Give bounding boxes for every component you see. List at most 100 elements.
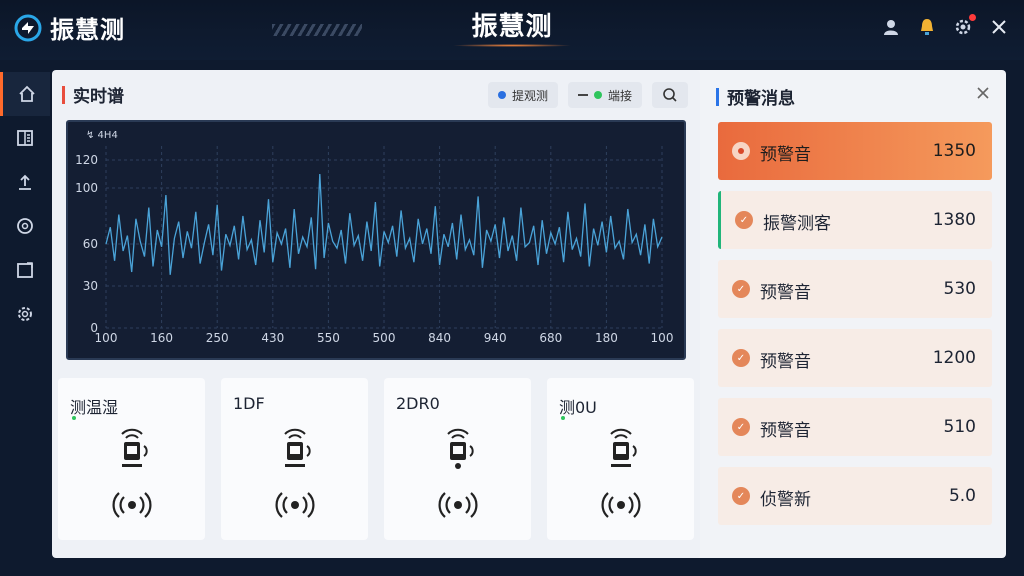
settings-alert-dot — [969, 14, 976, 21]
alert-item[interactable]: ✓ 振警测客 1380 — [718, 191, 992, 249]
check-icon: ✓ — [732, 418, 750, 436]
vibration-icon — [601, 492, 640, 518]
sidebar-item-home[interactable] — [0, 72, 50, 116]
top-bar: 振慧测 振慧测 — [0, 0, 1024, 558]
close-icon[interactable] — [974, 84, 992, 102]
warning-icon: ✓ — [732, 280, 750, 298]
alert-name: 预警音 — [760, 283, 811, 303]
brand-name: 振慧测 — [50, 16, 125, 44]
refresh-icon — [17, 218, 33, 234]
sidebar-item-report[interactable] — [0, 116, 50, 160]
document-icon — [17, 130, 33, 146]
spectrum-chart: ↯ 4H4 0 30 60 100 120 100 160 250 430 550 500 840 940… — [66, 120, 686, 360]
sensor-name: 测0U — [559, 398, 597, 417]
spectrum-chart-svg: ↯ 4H403060100120100 160 250 430 550 500 840 940… — [75, 130, 673, 345]
x-tick-label: 180 — [595, 331, 618, 345]
alert-list: 预警音 1350 ✓ 振警测客 1380 ✓ 预警音 530 ✓ 预警音 120… — [718, 122, 992, 536]
home-icon — [18, 85, 35, 102]
alert-value: 510 — [943, 417, 976, 437]
y-tick-label: 120 — [75, 153, 98, 167]
check-icon: ✓ — [732, 487, 750, 505]
x-tick-label: 430 — [261, 331, 284, 345]
x-tick-label: 550 — [317, 331, 340, 345]
alert-value: 530 — [943, 279, 976, 299]
sensor-device-icon — [446, 428, 474, 469]
alert-name: 预警音 — [760, 145, 811, 165]
alert-item[interactable]: ✓ 侦警新 5.0 — [718, 467, 992, 525]
sensor-card[interactable]: 测温湿 — [58, 378, 205, 540]
user-icon[interactable] — [880, 16, 902, 38]
top-actions — [880, 14, 1010, 38]
sidebar-item-upload[interactable] — [0, 160, 50, 204]
sensor-name: 2DR0 — [396, 394, 440, 413]
alerts-header: 预警消息 — [716, 84, 795, 109]
observe-button[interactable]: 提观测 — [487, 82, 558, 108]
gear-icon — [18, 307, 32, 321]
alert-item[interactable]: ✓ 预警音 530 — [718, 260, 992, 318]
x-tick-label: 100 — [95, 331, 118, 345]
x-tick-label: 840 — [428, 331, 451, 345]
alert-value: 1380 — [932, 210, 976, 230]
connect-label: 端接 — [607, 88, 632, 103]
title-glow — [452, 44, 572, 47]
close-icon[interactable] — [988, 16, 1010, 38]
x-tick-label: 940 — [484, 331, 507, 345]
sidebar — [0, 72, 50, 332]
sidebar-item-settings[interactable] — [0, 292, 50, 336]
x-tick-label: 500 — [373, 331, 396, 345]
sensor-status-dot — [561, 416, 565, 420]
sidebar-item-edit[interactable] — [0, 248, 50, 292]
sensor-card[interactable]: 测0U — [547, 378, 694, 540]
alert-item[interactable]: 预警音 1350 — [718, 122, 992, 180]
alert-dot-icon — [732, 142, 750, 160]
main-actions: 提观测 端接 — [487, 82, 688, 108]
settings-icon[interactable] — [952, 14, 976, 38]
notification-icon[interactable] — [916, 16, 938, 38]
search-button[interactable] — [652, 82, 688, 108]
page-title: 振慧测 — [471, 12, 553, 42]
vibration-icon — [112, 492, 151, 518]
link-icon — [577, 94, 588, 96]
observe-label: 提观测 — [511, 88, 548, 103]
status-dot — [497, 91, 506, 99]
main-panel-title: 实时谱 — [73, 87, 124, 107]
logo-icon — [14, 14, 42, 41]
header-decoration-left — [272, 24, 362, 36]
x-tick-label: 160 — [150, 331, 173, 345]
check-icon: ✓ — [735, 211, 753, 229]
sensor-name: 测温湿 — [70, 398, 119, 417]
alert-item[interactable]: ✓ 预警音 1200 — [718, 329, 992, 387]
alert-name: 侦警新 — [760, 490, 811, 510]
alert-value: 1350 — [932, 141, 976, 161]
main-panel: 实时谱 提观测 端接 ↯ 4H4 0 30 60 100 120 100 160 250 430 5… — [52, 70, 700, 558]
brand[interactable]: 振慧测 — [14, 10, 125, 45]
x-tick-label: 250 — [206, 331, 229, 345]
alert-item[interactable]: ✓ 预警音 510 — [718, 398, 992, 456]
sensor-device-icon — [283, 428, 311, 467]
sidebar-item-monitor[interactable] — [0, 204, 50, 248]
warning-icon: ✓ — [732, 349, 750, 367]
header-title-wrap: 振慧测 — [360, 0, 664, 52]
chart-legend: ↯ 4H4 — [86, 130, 118, 141]
sensor-card[interactable]: 1DF — [221, 378, 368, 540]
sensor-card[interactable]: 2DR0 — [384, 378, 531, 540]
vibration-icon — [438, 492, 477, 518]
y-tick-label: 100 — [75, 181, 98, 195]
connect-button[interactable]: 端接 — [567, 82, 642, 108]
title-accent — [62, 85, 65, 104]
upload-icon — [19, 174, 31, 190]
alert-name: 预警音 — [760, 421, 811, 441]
alert-name: 预警音 — [760, 352, 811, 372]
alerts-panel: 预警消息 预警音 1350 ✓ 振警测客 1380 ✓ 预警音 530 ✓ 预警… — [706, 70, 1006, 558]
sensor-device-icon — [609, 428, 637, 467]
alerts-panel-title: 预警消息 — [727, 89, 795, 109]
sensor-name: 1DF — [233, 394, 265, 413]
sensor-status-dot — [72, 416, 76, 420]
edit-icon — [17, 262, 33, 278]
sensor-grid: 测温湿 1DF 2DR0 测0U — [58, 378, 694, 540]
sensor-device-icon — [120, 428, 148, 467]
status-dot — [593, 91, 602, 99]
main-header: 实时谱 — [62, 82, 124, 107]
alert-value: 5.0 — [948, 486, 976, 506]
y-tick-label: 60 — [83, 237, 98, 251]
